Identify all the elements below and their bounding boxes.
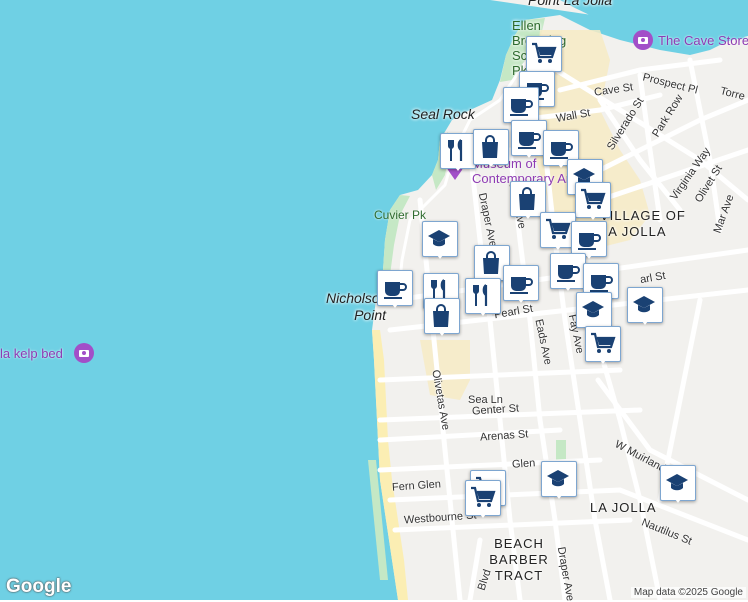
shopping-cart-marker[interactable] bbox=[575, 182, 611, 226]
coffee-icon bbox=[510, 99, 533, 116]
coffee-marker[interactable] bbox=[377, 270, 413, 314]
coffee-icon bbox=[518, 132, 541, 149]
school-marker[interactable] bbox=[541, 461, 577, 505]
school-marker[interactable] bbox=[627, 287, 663, 331]
shopping-cart-icon bbox=[546, 218, 571, 239]
label-cuvier-pk: Cuvier Pk bbox=[374, 208, 427, 222]
label-village: VILLAGE OF LA JOLLA bbox=[600, 208, 686, 239]
coffee-icon bbox=[510, 277, 533, 294]
google-logo: Google bbox=[6, 576, 72, 597]
shopping-bag-icon bbox=[482, 135, 498, 158]
school-marker[interactable] bbox=[660, 465, 696, 509]
coffee-icon bbox=[384, 282, 407, 299]
shopping-cart-marker[interactable] bbox=[465, 480, 501, 524]
school-icon bbox=[666, 474, 688, 491]
label-seal-rock: Seal Rock bbox=[411, 106, 475, 122]
shopping-bag-icon bbox=[433, 304, 449, 327]
shopping-bag-icon bbox=[519, 187, 535, 210]
camera-icon[interactable] bbox=[74, 343, 94, 363]
shopping-bag-marker[interactable] bbox=[473, 129, 509, 173]
shopping-cart-marker[interactable] bbox=[585, 326, 621, 370]
camera-icon[interactable] bbox=[633, 30, 653, 50]
coffee-icon bbox=[590, 275, 613, 292]
label-la-jolla: LA JOLLA bbox=[590, 500, 657, 515]
coffee-marker[interactable] bbox=[503, 265, 539, 309]
school-icon bbox=[428, 230, 450, 247]
restaurant-marker[interactable] bbox=[465, 278, 501, 322]
restaurant-icon bbox=[473, 284, 488, 306]
school-icon bbox=[582, 301, 604, 318]
coffee-icon bbox=[578, 233, 601, 250]
label-point-la-jolla: Point La Jolla bbox=[528, 0, 613, 8]
restaurant-marker[interactable] bbox=[440, 133, 476, 177]
shopping-cart-icon bbox=[471, 486, 496, 507]
label-cave-store[interactable]: The Cave Store bbox=[658, 33, 748, 48]
school-marker[interactable] bbox=[422, 221, 458, 265]
label-kelp-bed[interactable]: la kelp bed bbox=[0, 346, 63, 361]
coffee-icon bbox=[557, 265, 580, 282]
coffee-marker[interactable] bbox=[511, 120, 547, 164]
coffee-icon bbox=[550, 142, 573, 159]
shopping-bag-marker[interactable] bbox=[424, 298, 460, 342]
map-attribution[interactable]: Map data ©2025 Google bbox=[630, 587, 746, 598]
shopping-cart-icon bbox=[581, 188, 606, 209]
shopping-cart-icon bbox=[532, 42, 557, 63]
restaurant-icon bbox=[448, 139, 463, 161]
school-icon bbox=[547, 470, 569, 487]
coffee-marker[interactable] bbox=[550, 253, 586, 297]
school-icon bbox=[633, 296, 655, 313]
shopping-bag-icon bbox=[483, 251, 499, 274]
street-fern-glen-2: Glen bbox=[511, 457, 536, 471]
shopping-cart-icon bbox=[591, 332, 616, 353]
